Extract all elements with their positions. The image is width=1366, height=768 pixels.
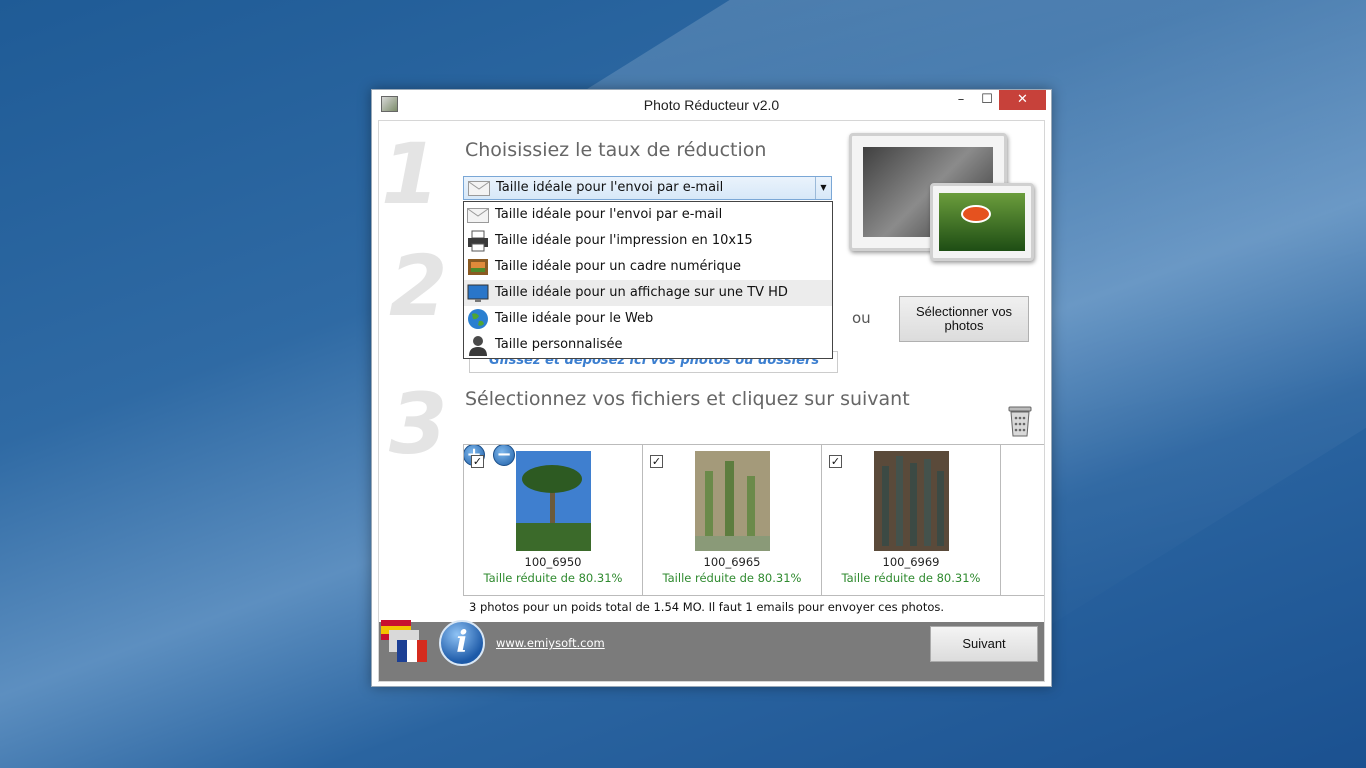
- option-custom[interactable]: Taille personnalisée: [464, 332, 832, 358]
- summary-text: 3 photos pour un poids total de 1.54 MO.…: [469, 600, 945, 614]
- next-button[interactable]: Suivant: [930, 626, 1038, 662]
- option-email[interactable]: Taille idéale pour l'envoi par e-mail: [464, 202, 832, 228]
- globe-icon: [468, 309, 488, 329]
- reduction-heading: Choisissiez le taux de réduction: [465, 139, 767, 161]
- photo-thumbnail: [695, 451, 770, 551]
- preview-image-color: [939, 193, 1025, 251]
- preview-illustration: [849, 133, 1035, 263]
- option-label: Taille idéale pour un affichage sur une …: [495, 285, 788, 300]
- step-number-3: 3: [389, 375, 448, 473]
- website-link[interactable]: www.emiysoft.com: [496, 636, 605, 650]
- maximize-button[interactable]: ☐: [972, 90, 1002, 110]
- main-content: 1 2 3 Choisissiez le taux de réduction T…: [378, 120, 1045, 682]
- select-photos-label-line1: Sélectionner vos: [915, 304, 1013, 319]
- footer-bar: i www.emiysoft.com Suivant: [379, 620, 1044, 681]
- file-reduction: Taille réduite de 80.31%: [662, 571, 802, 585]
- title-bar: Photo Réducteur v2.0 – ☐ ✕: [372, 90, 1051, 120]
- file-card[interactable]: ✓ 100_6965 Taille réduite de 80.31%: [643, 445, 822, 596]
- file-checkbox[interactable]: ✓: [471, 455, 484, 468]
- option-frame[interactable]: Taille idéale pour un cadre numérique: [464, 254, 832, 280]
- select-photos-button[interactable]: Sélectionner vos photos: [899, 296, 1029, 342]
- or-label: ou: [852, 309, 871, 327]
- file-name: 100_6965: [703, 555, 761, 569]
- info-icon[interactable]: i: [439, 620, 485, 666]
- trash-icon[interactable]: [1007, 405, 1033, 437]
- monitor-icon: [467, 284, 489, 302]
- file-card[interactable]: ✓ 100_6969 Taille réduite de 80.31%: [822, 445, 1001, 596]
- reduction-dropdown-value: Taille idéale pour l'envoi par e-mail: [496, 180, 724, 195]
- file-card[interactable]: ✓ 100_6950 Taille réduite de 80.31%: [464, 445, 643, 596]
- file-checkbox[interactable]: ✓: [829, 455, 842, 468]
- reduction-dropdown[interactable]: Taille idéale pour l'envoi par e-mail ▼: [463, 176, 832, 200]
- option-label: Taille idéale pour le Web: [495, 311, 654, 326]
- file-list: ✓ 100_6950 Taille réduite de 80.31% ✓ 10…: [463, 444, 1044, 596]
- photo-thumbnail: [874, 451, 949, 551]
- picture-frame-icon: [468, 259, 488, 275]
- photo-thumbnail: [516, 451, 591, 551]
- option-label: Taille idéale pour l'envoi par e-mail: [495, 207, 723, 222]
- file-name: 100_6950: [524, 555, 582, 569]
- option-print[interactable]: Taille idéale pour l'impression en 10x15: [464, 228, 832, 254]
- file-reduction: Taille réduite de 80.31%: [483, 571, 623, 585]
- envelope-icon: [467, 208, 489, 223]
- select-photos-label-line2: photos: [944, 318, 984, 333]
- select-files-heading: Sélectionnez vos fichiers et cliquez sur…: [465, 388, 910, 410]
- option-label: Taille personnalisée: [495, 337, 623, 352]
- clownfish-icon: [961, 205, 991, 223]
- printer-icon: [468, 230, 488, 252]
- language-flags-icon[interactable]: [379, 616, 431, 666]
- close-button[interactable]: ✕: [999, 90, 1046, 110]
- option-label: Taille idéale pour un cadre numérique: [495, 259, 741, 274]
- step-number-2: 2: [389, 237, 448, 335]
- chevron-down-icon[interactable]: ▼: [815, 177, 831, 199]
- option-web[interactable]: Taille idéale pour le Web: [464, 306, 832, 332]
- reduction-options-list: Taille idéale pour l'envoi par e-mail Ta…: [463, 201, 833, 359]
- step-number-1: 1: [381, 125, 440, 223]
- file-checkbox[interactable]: ✓: [650, 455, 663, 468]
- option-label: Taille idéale pour l'impression en 10x15: [495, 233, 753, 248]
- app-window: Photo Réducteur v2.0 – ☐ ✕ 1 2 3 Choisis…: [371, 89, 1052, 687]
- file-reduction: Taille réduite de 80.31%: [841, 571, 981, 585]
- envelope-icon: [468, 181, 490, 196]
- person-icon: [469, 336, 487, 356]
- preview-frame-small: [930, 183, 1034, 261]
- option-tv-hd[interactable]: Taille idéale pour un affichage sur une …: [464, 280, 832, 306]
- file-name: 100_6969: [882, 555, 940, 569]
